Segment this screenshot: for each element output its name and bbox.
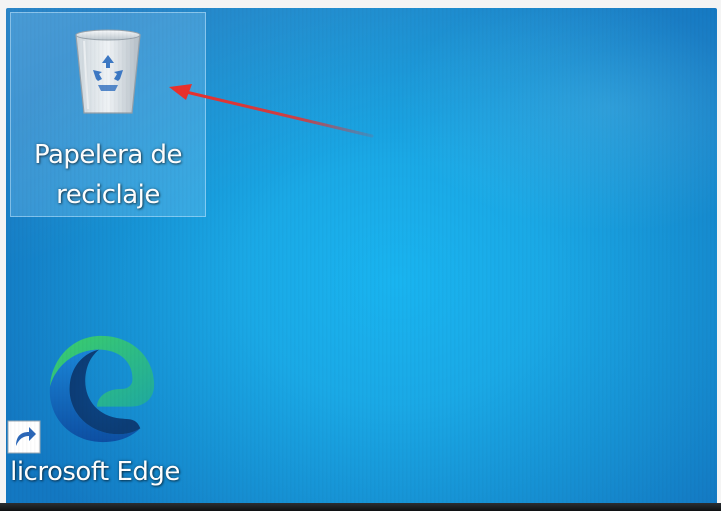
recycle-bin-label: Papelera de reciclaje — [33, 140, 183, 210]
photo-frame: Papelera de reciclaje licrosoft Edge — [0, 0, 721, 511]
monitor-bezel — [0, 503, 721, 511]
desktop[interactable]: Papelera de reciclaje licrosoft Edge — [6, 8, 717, 506]
desktop-icon-recycle-bin[interactable]: Papelera de reciclaje — [10, 12, 206, 217]
microsoft-edge-icon — [49, 335, 155, 443]
shortcut-arrow-icon — [7, 420, 41, 454]
recycle-bin-icon — [75, 29, 141, 114]
desktop-icon-microsoft-edge[interactable]: licrosoft Edge — [6, 328, 200, 498]
microsoft-edge-label: licrosoft Edge — [10, 457, 180, 487]
